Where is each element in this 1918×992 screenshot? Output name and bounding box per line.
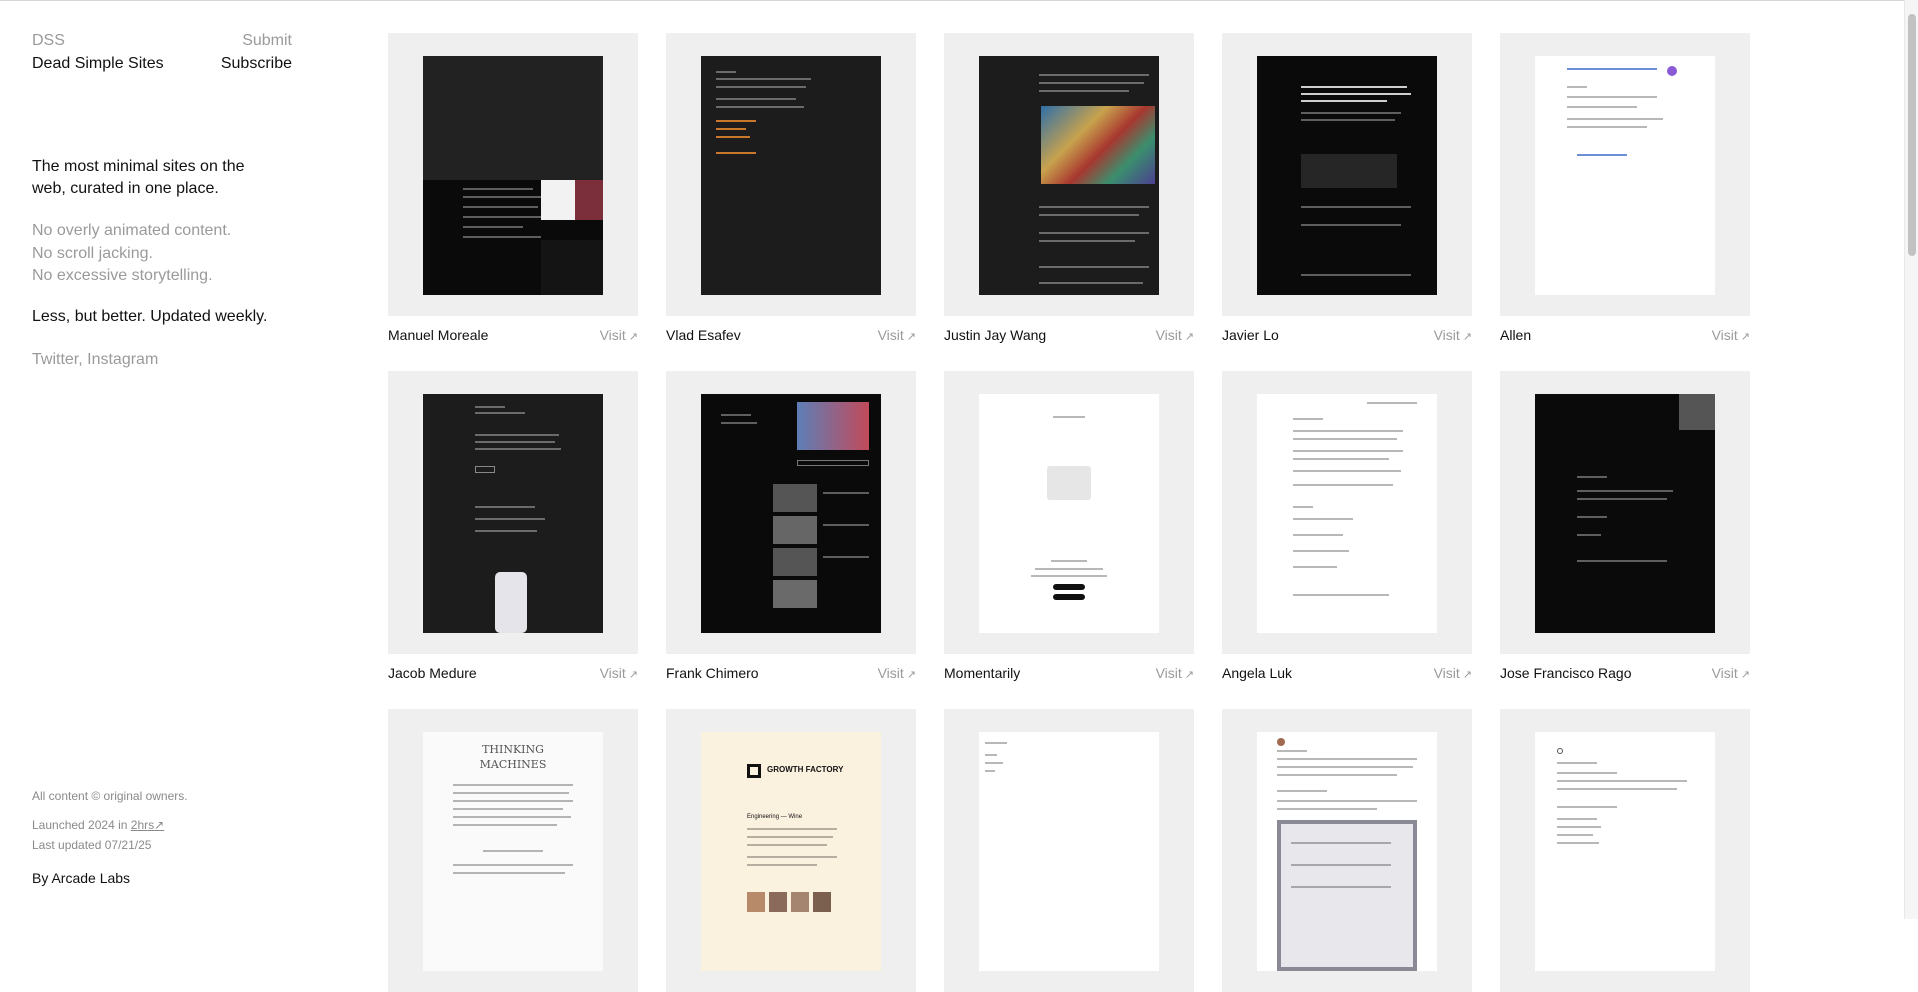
visit-link[interactable]: Visit ↗ [1434,665,1472,681]
site-thumbnail[interactable] [944,709,1194,992]
visit-link[interactable]: Visit ↗ [1712,327,1750,343]
site-thumbnail[interactable] [388,371,638,654]
visit-link[interactable]: Visit ↗ [600,327,638,343]
site-thumbnail[interactable] [1222,33,1472,316]
external-arrow-icon: ↗ [628,331,638,343]
tagline: The most minimal sites on the web, curat… [32,158,245,197]
external-arrow-icon: ↗ [906,331,916,343]
preview-title: GROWTH FACTORY [767,765,844,774]
social-links: Twitter, Instagram [32,351,158,369]
external-arrow-icon: ↗ [1740,331,1750,343]
site-thumbnail[interactable] [1222,371,1472,654]
last-updated: Last updated 07/21/25 [32,838,152,852]
copyright-note: All content © original owners. [32,789,188,803]
preview-heading: Engineering — Wine [747,814,803,820]
site-thumbnail[interactable] [944,371,1194,654]
principle-item: No overly animated content. [32,222,232,239]
site-name: Manuel Moreale [388,327,489,343]
site-preview [1535,394,1715,633]
site-name: Angela Luk [1222,665,1293,681]
site-thumbnail[interactable] [1500,371,1750,654]
site-preview: THINKING MACHINES [423,732,603,971]
visit-link[interactable]: Visit ↗ [600,665,638,681]
subscribe-link[interactable]: Subscribe [221,55,292,73]
site-preview [1257,56,1437,295]
motto: Less, but better. Updated weekly. [32,308,268,325]
site-thumbnail[interactable] [666,371,916,654]
brand-name-link[interactable]: Dead Simple Sites [32,55,164,73]
site-preview: GROWTH FACTORY Engineering — Wine [701,732,881,971]
arcade-labs-link[interactable]: By Arcade Labs [32,870,130,886]
site-thumbnail[interactable]: THINKING MACHINES [388,709,638,992]
site-name: Javier Lo [1222,327,1279,343]
site-preview [979,394,1159,633]
site-preview [979,732,1159,971]
external-arrow-icon: ↗ [906,669,916,681]
site-thumbnail[interactable] [666,33,916,316]
site-thumbnail[interactable] [1500,709,1750,992]
principles-list: No overly animated content. No scroll ja… [32,220,272,288]
brand-short-link[interactable]: DSS [32,32,65,50]
site-preview [701,394,881,633]
external-arrow-icon: ↗ [1184,331,1194,343]
site-preview [701,56,881,295]
site-name: Jacob Medure [388,665,477,681]
site-thumbnail[interactable]: GROWTH FACTORY Engineering — Wine [666,709,916,992]
site-name: Momentarily [944,665,1021,681]
site-thumbnail[interactable] [944,33,1194,316]
launch-prefix: Launched 2024 in [32,818,128,832]
site-preview [1257,732,1437,971]
social-separator: , [78,351,88,368]
page-scrollbar[interactable] [1904,0,1918,919]
site-preview [1535,56,1715,295]
twitter-link[interactable]: Twitter [32,351,78,368]
folder-icon [1047,466,1091,500]
submit-link[interactable]: Submit [242,32,292,50]
launch-2hrs-link[interactable]: 2hrs↗ [131,818,164,832]
site-thumbnail[interactable] [1500,33,1750,316]
scrollbar-thumb[interactable] [1908,14,1916,256]
site-thumbnail[interactable] [388,33,638,316]
visit-link[interactable]: Visit ↗ [1156,665,1194,681]
principle-item: No excessive storytelling. [32,267,213,284]
external-arrow-icon: ↗ [1462,331,1472,343]
site-name: Vlad Esafev [666,327,741,343]
launch-note: Launched 2024 in 2hrs↗ [32,818,164,832]
site-preview [1257,394,1437,633]
visit-link[interactable]: Visit ↗ [1156,327,1194,343]
site-name: Justin Jay Wang [944,327,1047,343]
principle-item: No scroll jacking. [32,244,153,262]
preview-title: THINKING MACHINES [479,743,547,771]
sidebar: DSS Dead Simple Sites Submit Subscribe T… [32,0,292,919]
external-arrow-icon: ↗ [1462,669,1472,681]
preview-artwork [1041,106,1155,184]
external-arrow-icon: ↗ [1740,669,1750,681]
site-thumbnail[interactable] [1222,709,1472,992]
external-arrow-icon: ↗ [628,669,638,681]
site-preview [1535,732,1715,971]
preview-hero [423,56,603,180]
visit-link[interactable]: Visit ↗ [878,327,916,343]
external-arrow-icon: ↗ [154,818,165,832]
site-name: Allen [1500,327,1532,343]
site-preview [423,56,603,295]
visit-link[interactable]: Visit ↗ [1712,665,1750,681]
site-name: Frank Chimero [666,665,759,681]
site-preview [979,56,1159,295]
external-arrow-icon: ↗ [1184,669,1194,681]
visit-link[interactable]: Visit ↗ [1434,327,1472,343]
visit-link[interactable]: Visit ↗ [878,665,916,681]
instagram-link[interactable]: Instagram [87,351,158,368]
site-name: Jose Francisco Rago [1500,665,1632,681]
site-preview [423,394,603,633]
growth-factory-logo-icon [747,764,761,778]
